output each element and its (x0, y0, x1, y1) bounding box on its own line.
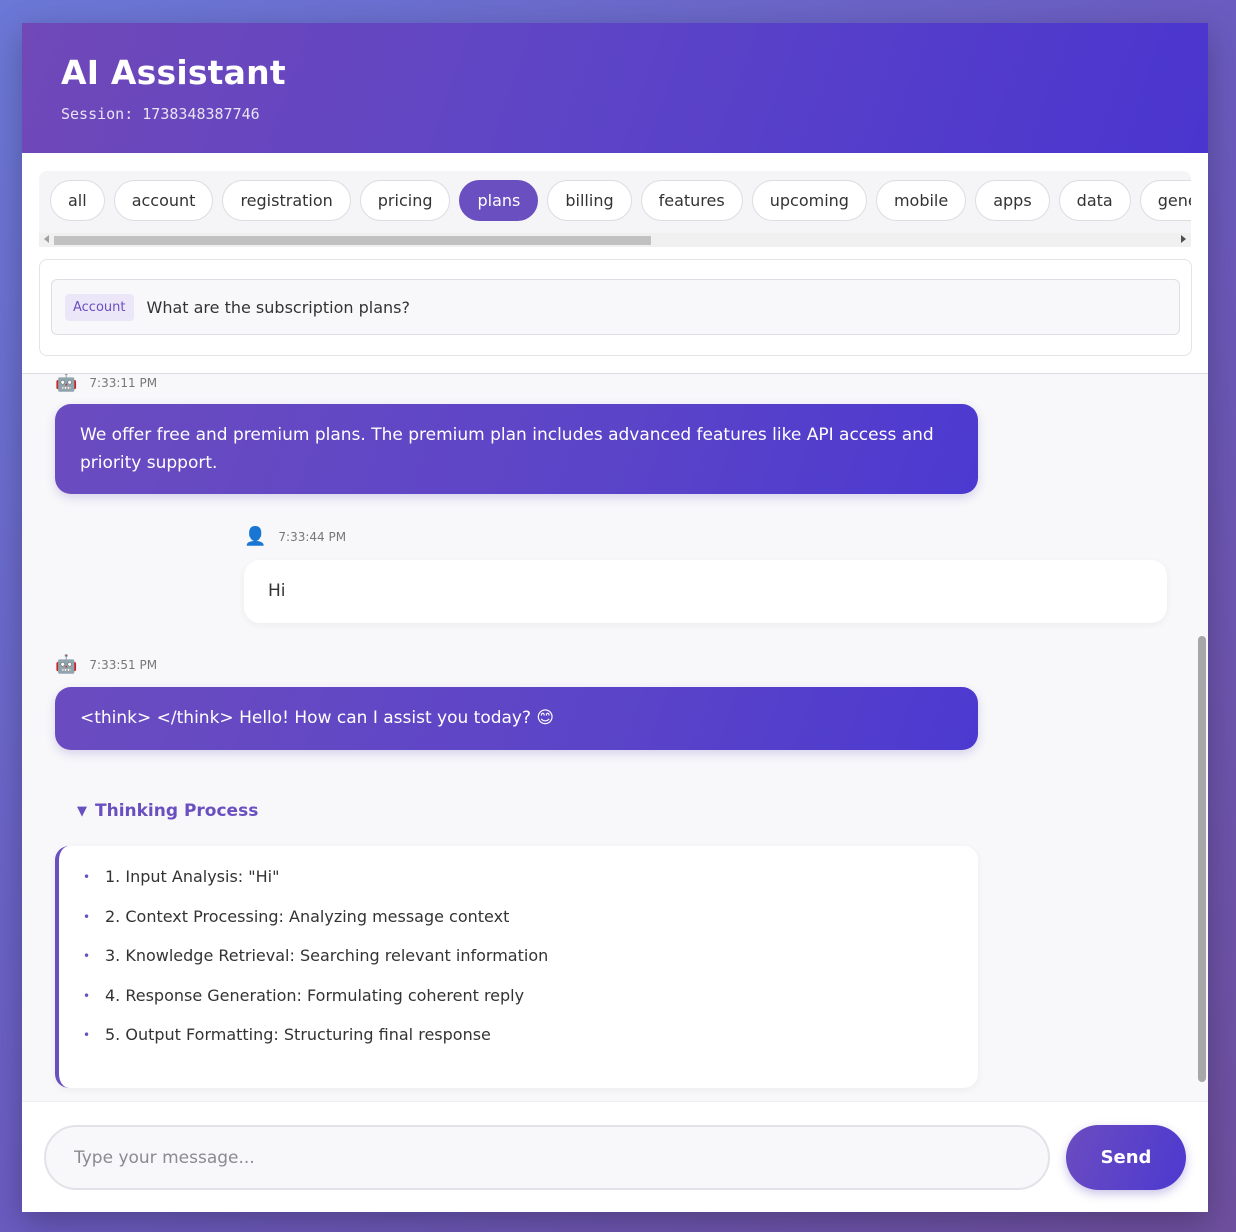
thinking-toggle-label: Thinking Process (95, 801, 259, 821)
horizontal-scrollbar-thumb[interactable] (54, 236, 651, 245)
chat-messages-area[interactable]: 🤖 7:33:11 PM We offer free and premium p… (22, 374, 1208, 1101)
tag-upcoming[interactable]: upcoming (751, 180, 867, 221)
robot-icon: 🤖 (55, 654, 78, 675)
bullet-icon: • (83, 870, 91, 884)
thinking-step-text: 3. Knowledge Retrieval: Searching releva… (105, 946, 549, 965)
thinking-step: • 1. Input Analysis: "Hi" (83, 866, 978, 888)
category-tag-list: all account registration pricing plans b… (39, 171, 1191, 230)
question-category-badge: Account (65, 293, 134, 321)
suggested-question[interactable]: Account What are the subscription plans? (51, 279, 1180, 335)
thinking-step-text: 2. Context Processing: Analyzing message… (105, 906, 510, 926)
message-text: We offer free and premium plans. The pre… (80, 425, 934, 473)
bullet-icon: • (83, 949, 91, 963)
tag-plans[interactable]: plans (459, 180, 539, 221)
bullet-icon: • (83, 1028, 91, 1042)
suggested-question-panel: Account What are the subscription plans? (39, 259, 1192, 356)
message-meta: 🤖 7:33:51 PM (55, 656, 157, 674)
tag-all[interactable]: all (50, 180, 105, 221)
tag-data[interactable]: data (1058, 180, 1131, 221)
tag-account[interactable]: account (113, 180, 214, 221)
bullet-icon: • (83, 988, 91, 1003)
thinking-step-text: 5. Output Formatting: Structuring final … (105, 1025, 491, 1044)
message-meta: 🤖 7:33:11 PM (55, 374, 157, 392)
thinking-step: • 5. Output Formatting: Structuring final… (83, 1024, 978, 1046)
tag-registration[interactable]: registration (222, 180, 351, 221)
thinking-process-panel: • 1. Input Analysis: "Hi" • 2. Context Pro… (55, 846, 978, 1088)
message-text: <think> </think> Hello! How can I assist… (80, 708, 555, 728)
message-time: 7:33:44 PM (278, 530, 347, 544)
caret-down-icon: ▼ (77, 803, 87, 819)
thinking-step-text: 4. Response Generation: Formulating cohe… (105, 985, 525, 1005)
tag-apps[interactable]: apps (975, 180, 1050, 221)
thinking-step: • 3. Knowledge Retrieval: Searching relev… (83, 945, 978, 967)
tag-pricing[interactable]: pricing (359, 180, 451, 221)
thinking-step: • 2. Context Processing: Analyzing messag… (83, 906, 978, 928)
send-button[interactable]: Send (1066, 1125, 1186, 1190)
message-time: 7:33:51 PM (89, 658, 158, 672)
session-id: Session: 1738348387746 (61, 105, 260, 123)
message-time: 7:33:11 PM (89, 376, 158, 390)
user-message: Hi (244, 560, 1167, 623)
tag-features[interactable]: features (640, 180, 743, 221)
tag-billing[interactable]: billing (547, 180, 632, 221)
bot-message: <think> </think> Hello! How can I assist… (55, 687, 978, 750)
tag-mobile[interactable]: mobile (875, 180, 967, 221)
horizontal-scrollbar[interactable] (39, 233, 1191, 247)
app-title: AI Assistant (61, 53, 286, 92)
bot-message: We offer free and premium plans. The pre… (55, 404, 978, 494)
message-meta: 👤 7:33:44 PM (244, 528, 346, 546)
message-text: Hi (268, 581, 286, 601)
thinking-step-text: 1. Input Analysis: "Hi" (105, 867, 280, 886)
scroll-left-arrow-icon[interactable] (44, 235, 49, 243)
robot-icon: 🤖 (55, 374, 78, 393)
vertical-scrollbar-thumb[interactable] (1198, 636, 1206, 1082)
thinking-steps-list: • 1. Input Analysis: "Hi" • 2. Context Pro… (83, 866, 978, 1046)
scroll-right-arrow-icon[interactable] (1181, 235, 1186, 243)
thinking-process-toggle[interactable]: ▼ Thinking Process (77, 801, 258, 821)
question-text: What are the subscription plans? (146, 297, 410, 317)
chat-app-window: AI Assistant Session: 1738348387746 all … (22, 23, 1208, 1212)
thinking-step: • 4. Response Generation: Formulating coh… (83, 985, 978, 1007)
app-header: AI Assistant Session: 1738348387746 (22, 23, 1208, 153)
message-input[interactable] (44, 1125, 1050, 1190)
message-input-bar: Send (22, 1101, 1208, 1212)
user-icon: 👤 (244, 526, 267, 547)
bullet-icon: • (83, 909, 91, 924)
tag-general[interactable]: genera (1139, 180, 1191, 221)
vertical-scrollbar[interactable] (1196, 374, 1208, 1101)
category-tag-bar: all account registration pricing plans b… (39, 171, 1191, 247)
